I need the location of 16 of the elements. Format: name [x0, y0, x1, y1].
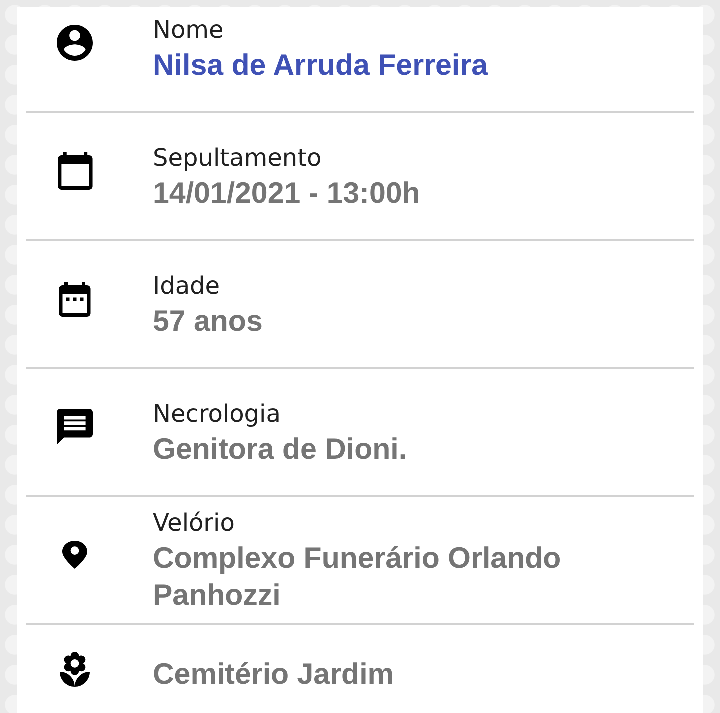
field-label: Sepultamento [153, 142, 323, 174]
field-label: Velório [153, 508, 236, 539]
field-value: Cemitério Jardim [153, 656, 395, 692]
field-value: Nilsa de Arruda Ferreira [153, 48, 490, 84]
field-value: Genitora de Dioni. [153, 432, 408, 468]
field-label: Nome [153, 14, 225, 46]
flower-icon [59, 652, 91, 686]
field-value: 14/01/2021 - 13:00h [153, 176, 422, 212]
field-label: Necrologia [153, 398, 282, 430]
message-icon [57, 409, 93, 445]
field-value: Complexo Funerário Orlando Panhozzi [153, 541, 562, 614]
field-label: Idade [153, 270, 222, 302]
map-pin-icon [62, 541, 88, 569]
calendar-icon [58, 152, 92, 190]
field-value: 57 anos [153, 304, 264, 340]
calendar-dots-icon [59, 282, 91, 316]
